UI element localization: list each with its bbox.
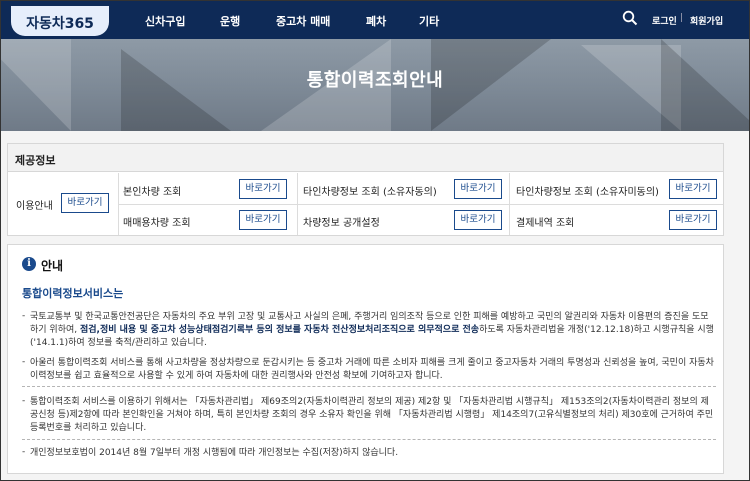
nav-driving[interactable]: 운행 [220, 13, 240, 29]
usage-guide-label: 이용안내 [16, 201, 53, 212]
payment-history-label: 결제내역 조회 [516, 218, 575, 229]
bullet-marker: - [22, 396, 26, 406]
notice-title: 안내 [41, 259, 64, 273]
notice-paragraph-1-highlight: 점검,정비 내용 및 중고차 성능상태점검기록부 등의 정보를 자동차 전산정보… [79, 325, 480, 335]
info-icon: i [22, 257, 36, 271]
signup-link[interactable]: 회원가입 [690, 14, 723, 27]
top-navigation-bar: 자동차365 신차구입 운행 중고차 매매 폐차 기타 로그인 | 회원가입 [1, 1, 749, 39]
page-banner: 통합이력조회안내 [1, 39, 749, 131]
other-vehicle-consent-button[interactable]: 바로가기 [454, 179, 502, 199]
service-title: 통합이력정보서비스는 [22, 287, 124, 300]
other-vehicle-no-consent-label: 타인차량정보 조회 (소유자미동의) [516, 187, 659, 198]
own-vehicle-label: 본인차량 조회 [123, 187, 182, 198]
trade-vehicle-label: 매매용차량 조회 [123, 218, 191, 229]
notice-panel: i 안내 통합이력정보서비스는 - 국토교통부 및 한국교통안전공단은 자동차의… [7, 244, 724, 474]
login-link[interactable]: 로그인 [652, 14, 677, 27]
nav-etc[interactable]: 기타 [419, 13, 439, 29]
notice-paragraph-1: 국토교통부 및 한국교통안전공단은 자동차의 주요 부위 고장 및 교통사고 사… [30, 311, 715, 350]
notice-paragraph-4: 개인정보보호법이 2014년 8월 7일부터 개정 시행됨에 따라 개인정보는 … [30, 448, 399, 458]
nav-scrap[interactable]: 폐차 [366, 13, 386, 29]
dotted-divider [22, 439, 716, 440]
page-title: 통합이력조회안내 [306, 70, 444, 91]
provided-info-table: 제공정보 이용안내 바로가기 본인차량 조회 바로가기 타인차량정보 조회 (소… [7, 143, 724, 236]
page-frame: 자동차365 신차구입 운행 중고차 매매 폐차 기타 로그인 | 회원가입 통… [0, 0, 750, 481]
bullet-marker: - [22, 447, 26, 457]
nav-used-car-trade[interactable]: 중고차 매매 [276, 13, 330, 29]
payment-history-button[interactable]: 바로가기 [669, 210, 717, 230]
search-icon[interactable] [622, 10, 638, 26]
disclosure-settings-label: 차량정보 공개설정 [303, 218, 380, 229]
header-separator: | [680, 13, 684, 23]
notice-paragraph-2: 아울러 통합이력조회 서비스를 통해 사고차량을 정상차량으로 둔갑시키는 등 … [30, 358, 714, 381]
disclosure-settings-button[interactable]: 바로가기 [454, 210, 502, 230]
site-logo[interactable]: 자동차365 [11, 6, 109, 36]
site-logo-text[interactable]: 자동차365 [11, 13, 109, 33]
bullet-marker: - [22, 311, 26, 321]
usage-guide-button[interactable]: 바로가기 [61, 193, 109, 213]
dotted-divider [22, 386, 716, 387]
nav-new-car[interactable]: 신차구입 [145, 13, 185, 29]
other-vehicle-consent-label: 타인차량정보 조회 (소유자동의) [303, 187, 437, 198]
bullet-marker: - [22, 357, 26, 367]
provided-info-heading: 제공정보 [15, 154, 56, 167]
trade-vehicle-button[interactable]: 바로가기 [239, 210, 287, 230]
provided-info-header: 제공정보 [8, 144, 723, 172]
table-divider [118, 204, 723, 205]
own-vehicle-button[interactable]: 바로가기 [239, 179, 287, 199]
notice-paragraph-3: 통합이력조회 서비스를 이용하기 위해서는 「자동차관리법」 제69조의2(자동… [30, 397, 714, 433]
other-vehicle-no-consent-button[interactable]: 바로가기 [669, 179, 717, 199]
